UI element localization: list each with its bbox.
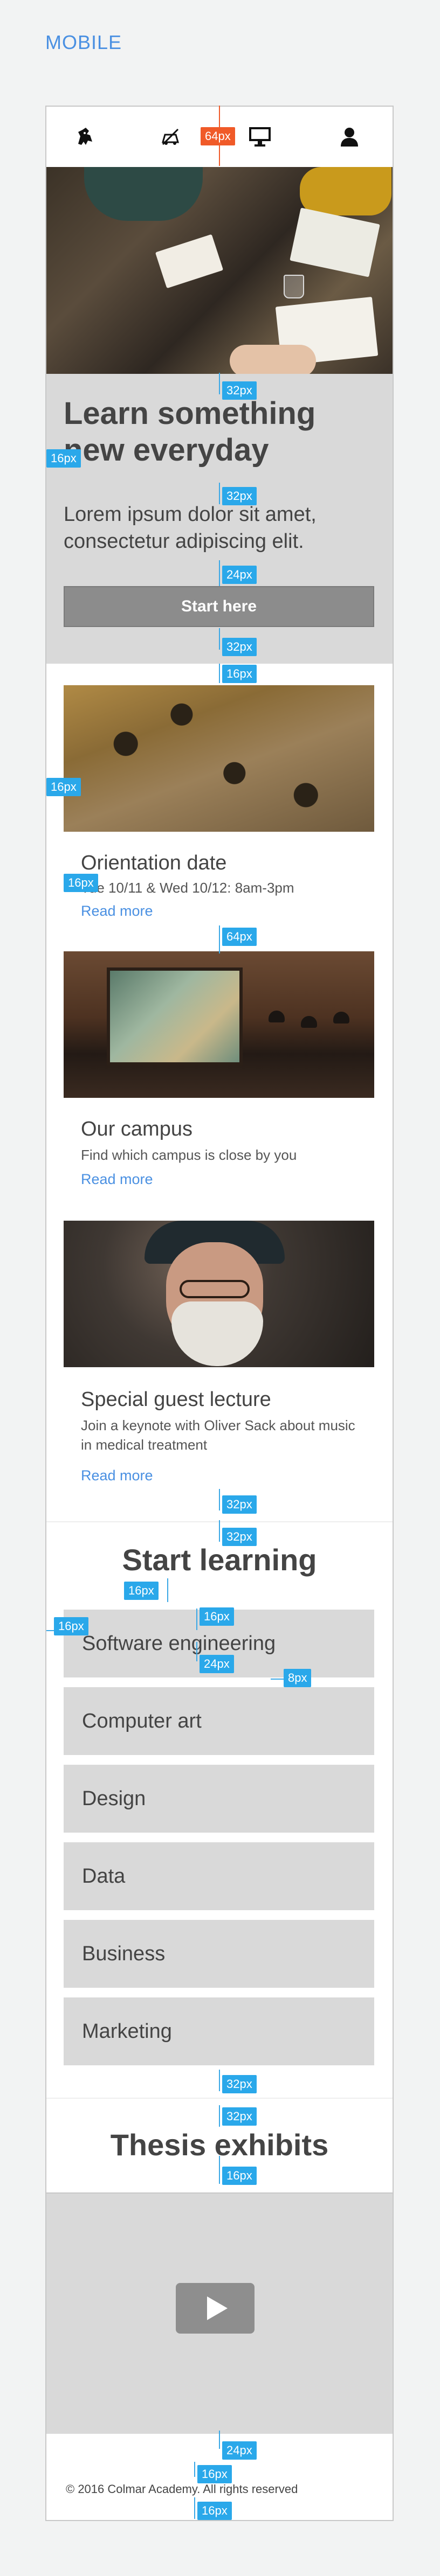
event-title: Orientation date: [81, 852, 227, 874]
event-title: Special guest lecture: [81, 1388, 271, 1411]
hero-photo-book: [155, 234, 224, 289]
spacing-badge: 64px: [222, 928, 257, 946]
spacing-guide-line: [219, 664, 220, 683]
spacing-badge: 16px: [124, 1582, 159, 1600]
hero-photo-book: [290, 207, 380, 277]
event-description: Find which campus is close by you: [81, 1147, 297, 1163]
campus-photo-map: [107, 967, 243, 1066]
read-more-link[interactable]: Read more: [81, 1171, 153, 1188]
hero-photo-detail: [84, 167, 203, 221]
mobile-label: MOBILE: [45, 31, 122, 53]
spacing-badge: 32px: [222, 1528, 257, 1546]
course-item[interactable]: Computer art: [64, 1687, 374, 1755]
lecture-photo-glasses: [180, 1280, 250, 1298]
event-title: Our campus: [81, 1118, 192, 1140]
event-image-orientation: [64, 685, 374, 832]
lion-logo-svg: [78, 128, 92, 145]
spacing-guide-line: [219, 2431, 220, 2449]
spacing-badge: 32px: [222, 1495, 257, 1514]
course-item[interactable]: Design: [64, 1765, 374, 1833]
spacing-guide-line: [196, 1609, 197, 1630]
spacing-guide-line: [194, 2462, 195, 2477]
spacing-guide-line: [219, 483, 220, 504]
event-image-lecture: [64, 1221, 374, 1367]
spacing-guide-line: [219, 2105, 220, 2127]
hero-photo-detail: [300, 167, 391, 215]
spacing-badge: 16px: [54, 1617, 88, 1635]
spacing-guide-line: [167, 1578, 168, 1602]
course-item[interactable]: Marketing: [64, 1997, 374, 2065]
video-player: [46, 2192, 393, 2434]
user-svg: [341, 128, 358, 147]
spacing-guide-line: [196, 1642, 197, 1661]
start-here-button[interactable]: Start here: [64, 586, 374, 627]
start-learning-title: Start learning: [122, 1543, 317, 1577]
spacing-guide-line: [219, 1520, 220, 1542]
thesis-divider: [46, 2098, 393, 2099]
hero-panel: Learn something new everyday Lorem ipsum…: [46, 374, 393, 664]
play-icon: [207, 2296, 228, 2320]
hero-photo-cup: [284, 275, 304, 298]
spacing-guide-line: [219, 2070, 220, 2091]
user-icon[interactable]: [338, 126, 361, 148]
spacing-badge: 32px: [222, 2107, 257, 2126]
campus-photo-lamp: [333, 1012, 349, 1024]
spacing-guide-line: [271, 1679, 284, 1680]
spacing-badge: 16px: [64, 874, 98, 892]
spacing-badge: 16px: [197, 2465, 232, 2483]
spacing-badge: 64px: [201, 127, 235, 145]
spacing-badge: 24px: [222, 566, 257, 584]
desktop-icon[interactable]: [248, 126, 272, 148]
hero-subtitle: Lorem ipsum dolor sit amet, consectetur …: [64, 503, 317, 553]
spacing-badge: 16px: [222, 665, 257, 683]
spacing-guide-line: [194, 2497, 195, 2519]
hero-image: [46, 167, 393, 374]
spacing-badge: 24px: [222, 2441, 257, 2460]
lion-logo-icon[interactable]: [73, 126, 97, 148]
read-more-link[interactable]: Read more: [81, 1467, 153, 1484]
spacing-guide-line: [219, 2156, 220, 2184]
event-description: Tue 10/11 & Wed 10/12: 8am-3pm: [81, 880, 294, 896]
spacing-badge: 16px: [222, 2167, 257, 2185]
footer-copyright: © 2016 Colmar Academy. All rights reserv…: [66, 2482, 298, 2496]
event-description: Join a keynote with Oliver Sack about mu…: [81, 1417, 355, 1453]
spacing-badge: 8px: [284, 1669, 312, 1687]
spacing-badge: 16px: [46, 449, 81, 468]
spacing-badge: 16px: [46, 778, 81, 796]
no-car-icon[interactable]: [159, 126, 182, 148]
spacing-guide-line: [219, 373, 220, 394]
desktop-svg: [249, 127, 271, 147]
no-car-svg: [162, 128, 179, 145]
spacing-badge: 16px: [200, 1607, 234, 1626]
campus-photo-lamp: [269, 1011, 285, 1022]
spacing-guide-line: [219, 628, 220, 650]
event-image-campus: [64, 951, 374, 1098]
play-button[interactable]: [176, 2283, 255, 2334]
lecture-photo-beard: [171, 1301, 263, 1366]
spacing-guide-line: [219, 925, 220, 953]
spacing-badge: 32px: [222, 381, 257, 400]
campus-photo-lamp: [301, 1016, 317, 1028]
spacing-badge: 32px: [222, 2075, 257, 2093]
spacing-guide-line: [219, 560, 220, 586]
course-item[interactable]: Data: [64, 1842, 374, 1910]
spacing-badge: 16px: [197, 2502, 232, 2520]
spacing-badge: 32px: [222, 487, 257, 505]
spacing-guide-line: [219, 1489, 220, 1510]
hero-photo-detail: [230, 345, 316, 374]
read-more-link[interactable]: Read more: [81, 903, 153, 920]
hero-title: Learn something new everyday: [64, 396, 316, 468]
course-item[interactable]: Business: [64, 1920, 374, 1988]
spacing-badge: 24px: [200, 1655, 234, 1673]
spacing-badge: 32px: [222, 638, 257, 656]
